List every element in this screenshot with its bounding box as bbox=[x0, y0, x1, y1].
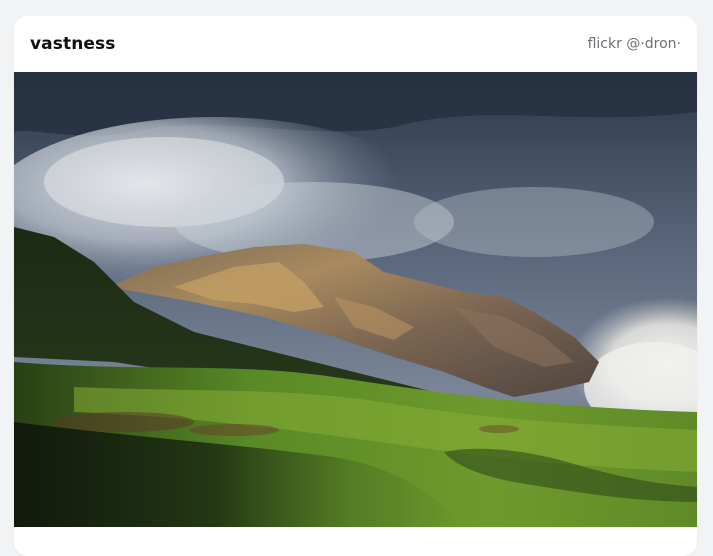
photo-title: vastness bbox=[30, 34, 116, 54]
card-header: vastness flickr @·dron· bbox=[14, 16, 697, 72]
landscape-photo bbox=[14, 72, 697, 527]
photo-card: vastness flickr @·dron· bbox=[14, 16, 697, 556]
photo-credit[interactable]: flickr @·dron· bbox=[588, 36, 681, 52]
card-footer bbox=[14, 527, 697, 556]
